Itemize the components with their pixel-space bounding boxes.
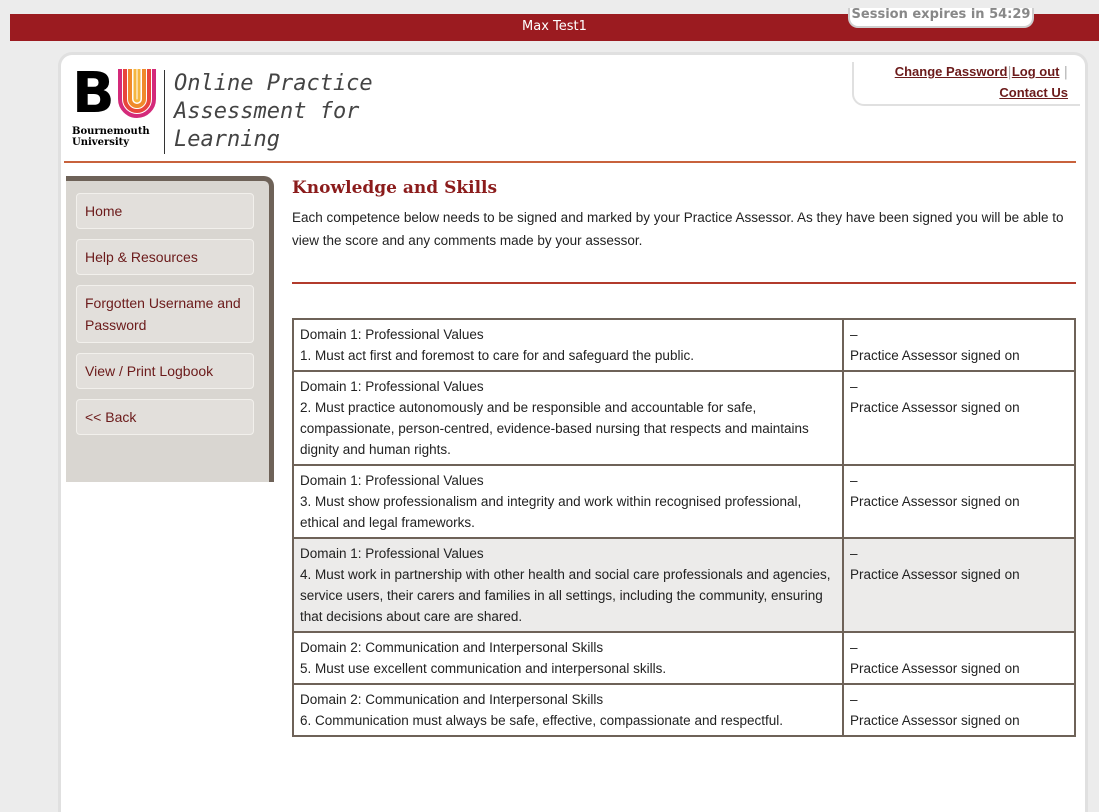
status-cell: – Practice Assessor signed on [842, 631, 1076, 685]
sidebar-item-back[interactable]: << Back [76, 399, 254, 435]
sidebar-item-home[interactable]: Home [76, 193, 254, 229]
sidebar-item-view-print-logbook[interactable]: View / Print Logbook [76, 353, 254, 389]
score-value: – [850, 379, 858, 394]
domain-label: Domain 1: Professional Values [300, 546, 484, 561]
header-rule [64, 161, 1076, 163]
status-cell: – Practice Assessor signed on [842, 318, 1076, 372]
logo-university-name: Bournemouth University [72, 126, 150, 148]
competence-cell: Domain 1: Professional Values 3. Must sh… [292, 464, 844, 539]
competence-cell: Domain 1: Professional Values 2. Must pr… [292, 370, 844, 466]
sign-status: Practice Assessor signed on [850, 567, 1020, 582]
competence-text: 1. Must act first and foremost to care f… [300, 348, 694, 363]
competence-cell: Domain 1: Professional Values 4. Must wo… [292, 537, 844, 633]
table-row[interactable]: Domain 1: Professional Values 1. Must ac… [292, 318, 1076, 372]
logo-divider [164, 70, 165, 154]
logo-u-stripes-icon [118, 69, 156, 118]
sign-status: Practice Assessor signed on [850, 400, 1020, 415]
sidebar-item-forgotten-credentials[interactable]: Forgotten Username and Password [76, 285, 254, 343]
competence-text: 5. Must use excellent communication and … [300, 661, 667, 676]
status-cell: – Practice Assessor signed on [842, 537, 1076, 633]
score-value: – [850, 692, 858, 707]
table-row[interactable]: Domain 2: Communication and Interpersona… [292, 683, 1076, 737]
sign-status: Practice Assessor signed on [850, 713, 1020, 728]
app-title: Online Practice Assessment for Learning [174, 70, 373, 154]
account-links: Change Password|Log out | Contact Us [852, 62, 1080, 106]
competence-cell: Domain 1: Professional Values 1. Must ac… [292, 318, 844, 372]
log-out-link[interactable]: Log out [1012, 64, 1060, 79]
competence-cell: Domain 2: Communication and Interpersona… [292, 683, 844, 737]
change-password-link[interactable]: Change Password [895, 64, 1008, 79]
sign-status: Practice Assessor signed on [850, 494, 1020, 509]
sidebar-nav: Home Help & Resources Forgotten Username… [66, 176, 274, 482]
page-title: Knowledge and Skills [292, 178, 498, 198]
score-value: – [850, 327, 858, 342]
competence-text: 2. Must practice autonomously and be res… [300, 400, 809, 457]
contact-us-link[interactable]: Contact Us [999, 85, 1068, 100]
domain-label: Domain 1: Professional Values [300, 379, 484, 394]
score-value: – [850, 473, 858, 488]
sign-status: Practice Assessor signed on [850, 348, 1020, 363]
table-row[interactable]: Domain 2: Communication and Interpersona… [292, 631, 1076, 685]
domain-label: Domain 2: Communication and Interpersona… [300, 692, 604, 707]
competence-text: 4. Must work in partnership with other h… [300, 567, 831, 624]
domain-label: Domain 1: Professional Values [300, 327, 484, 342]
competence-cell: Domain 2: Communication and Interpersona… [292, 631, 844, 685]
status-cell: – Practice Assessor signed on [842, 464, 1076, 539]
competence-text: 3. Must show professionalism and integri… [300, 494, 802, 530]
logo-bu-mark: B [72, 61, 115, 126]
app-title-line-2: Assessment for [174, 99, 360, 124]
app-title-line-3: Learning [174, 127, 280, 152]
score-value: – [850, 640, 858, 655]
status-cell: – Practice Assessor signed on [842, 370, 1076, 466]
logo: B Bournemouth University Online Practice… [72, 61, 373, 156]
sign-status: Practice Assessor signed on [850, 661, 1020, 676]
status-cell: – Practice Assessor signed on [842, 683, 1076, 737]
domain-label: Domain 1: Professional Values [300, 473, 484, 488]
sidebar-item-help-resources[interactable]: Help & Resources [76, 239, 254, 275]
content-rule [292, 282, 1076, 284]
app-title-line-1: Online Practice [174, 71, 373, 96]
competence-text: 6. Communication must always be safe, ef… [300, 713, 783, 728]
domain-label: Domain 2: Communication and Interpersona… [300, 640, 604, 655]
link-separator: | [1063, 65, 1068, 80]
score-value: – [850, 546, 858, 561]
table-row[interactable]: Domain 1: Professional Values 3. Must sh… [292, 464, 1076, 539]
session-timer: Session expires in 54:29 [848, 8, 1034, 28]
table-row[interactable]: Domain 1: Professional Values 4. Must wo… [292, 537, 1076, 633]
competence-table: Domain 1: Professional Values 1. Must ac… [292, 318, 1076, 737]
table-row[interactable]: Domain 1: Professional Values 2. Must pr… [292, 370, 1076, 466]
page-intro: Each competence below needs to be signed… [292, 210, 1064, 248]
